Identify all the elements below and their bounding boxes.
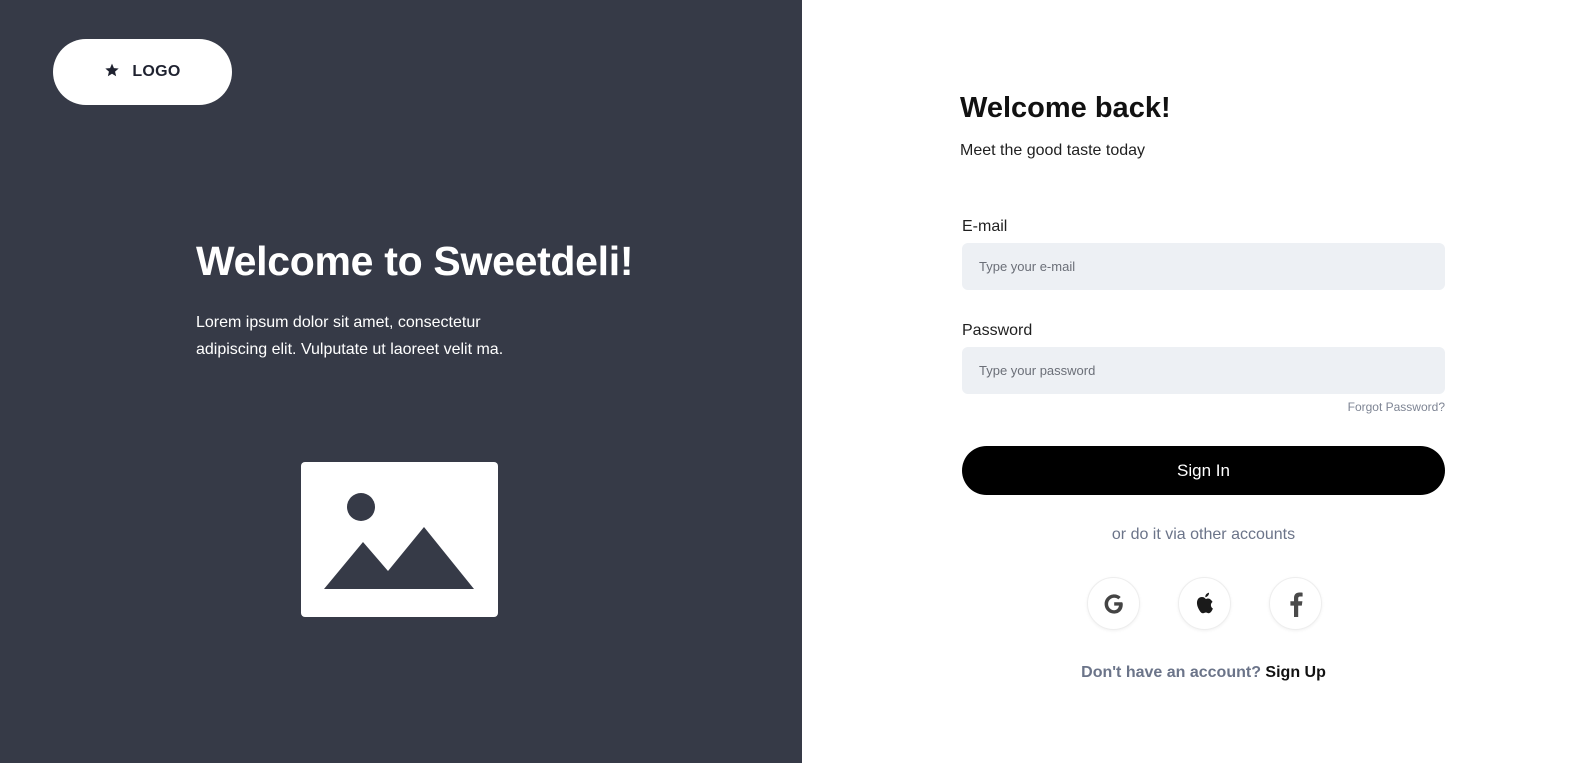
form-title: Welcome back! [960, 92, 1171, 124]
password-label: Password [962, 322, 1033, 339]
google-icon [1101, 591, 1127, 617]
email-field[interactable] [962, 243, 1445, 290]
password-field[interactable] [962, 347, 1445, 394]
logo-button[interactable]: LOGO [53, 39, 232, 105]
apple-icon [1193, 590, 1217, 618]
left-panel: LOGO Welcome to Sweetdeli! Lorem ipsum d… [0, 0, 802, 763]
signin-panel: Welcome back! Meet the good taste today … [802, 0, 1592, 763]
email-label: E-mail [962, 218, 1008, 235]
star-icon [104, 62, 120, 83]
hero-description: Lorem ipsum dolor sit amet, consectetur … [196, 314, 504, 358]
logo-text: LOGO [132, 63, 181, 80]
form-subtitle: Meet the good taste today [960, 142, 1146, 159]
sign-in-button[interactable]: Sign In [962, 446, 1445, 495]
signup-row: Don't have an account? Sign Up [962, 664, 1445, 682]
facebook-login-button[interactable] [1269, 577, 1322, 630]
google-login-button[interactable] [1087, 577, 1140, 630]
alternative-login-text: or do it via other accounts [1111, 526, 1296, 543]
facebook-icon [1288, 590, 1304, 618]
apple-login-button[interactable] [1178, 577, 1231, 630]
image-placeholder-icon [301, 462, 498, 617]
signup-question: Don't have an account? [1081, 664, 1261, 681]
hero-title: Welcome to Sweetdeli! [196, 238, 634, 284]
sign-up-link[interactable]: Sign Up [1265, 664, 1325, 681]
forgot-password-link[interactable]: Forgot Password? [1348, 400, 1445, 414]
